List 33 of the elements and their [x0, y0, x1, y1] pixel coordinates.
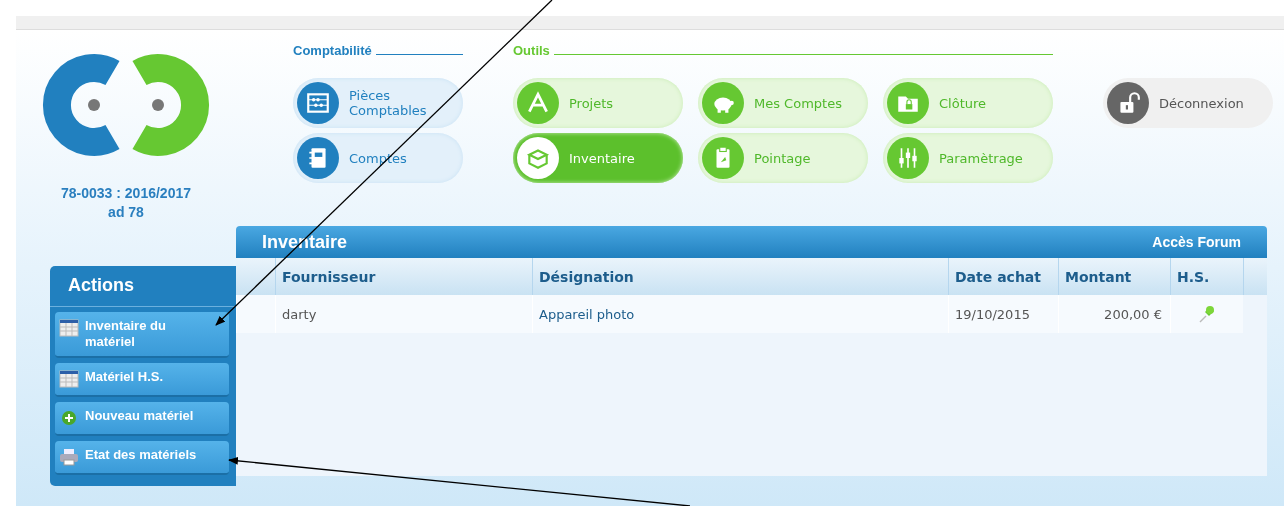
forum-link[interactable]: Accès Forum	[1152, 234, 1241, 250]
nav-button[interactable]: Clôture	[883, 78, 1053, 128]
column-header[interactable]: Montant	[1058, 258, 1170, 295]
nav-button[interactable]: Projets	[513, 78, 683, 128]
nav-button[interactable]: Paramètrage	[883, 133, 1053, 183]
table-icon	[59, 318, 79, 338]
action-button[interactable]: Nouveau matériel	[55, 402, 229, 436]
logout-button[interactable]: Déconnexion	[1103, 78, 1273, 128]
header-cell	[236, 258, 275, 295]
column-header[interactable]: H.S.	[1170, 258, 1243, 295]
account-name: ad 78	[108, 203, 144, 222]
action-button[interactable]: Matériel H.S.	[55, 363, 229, 397]
header-cell	[1243, 258, 1267, 295]
account-code: 78-0033 : 2016/2017	[61, 184, 191, 203]
table-cell: 19/10/2015	[948, 295, 1058, 333]
action-button[interactable]: Inventaire du matériel	[55, 312, 229, 358]
abacus-icon	[305, 90, 331, 116]
table-cell: darty	[275, 295, 532, 333]
nav-button[interactable]: Pièces Comptables	[293, 78, 463, 128]
nav-button[interactable]: Mes Comptes	[698, 78, 868, 128]
column-header[interactable]: Fournisseur	[275, 258, 532, 295]
table-icon	[59, 369, 79, 389]
plus-icon	[59, 408, 79, 428]
column-header[interactable]: Date achat	[948, 258, 1058, 295]
nav-button[interactable]: Inventaire	[513, 133, 683, 183]
table-cell: 200,00 €	[1058, 295, 1170, 333]
column-header[interactable]: Désignation	[532, 258, 948, 295]
action-button[interactable]: Etat des matériels	[55, 441, 229, 475]
group-title: Comptabilité	[293, 43, 372, 58]
printer-icon	[59, 447, 79, 467]
nav-button[interactable]: Pointage	[698, 133, 868, 183]
group-title: Outils	[513, 43, 550, 58]
table-cell: Appareil photo	[532, 295, 948, 333]
